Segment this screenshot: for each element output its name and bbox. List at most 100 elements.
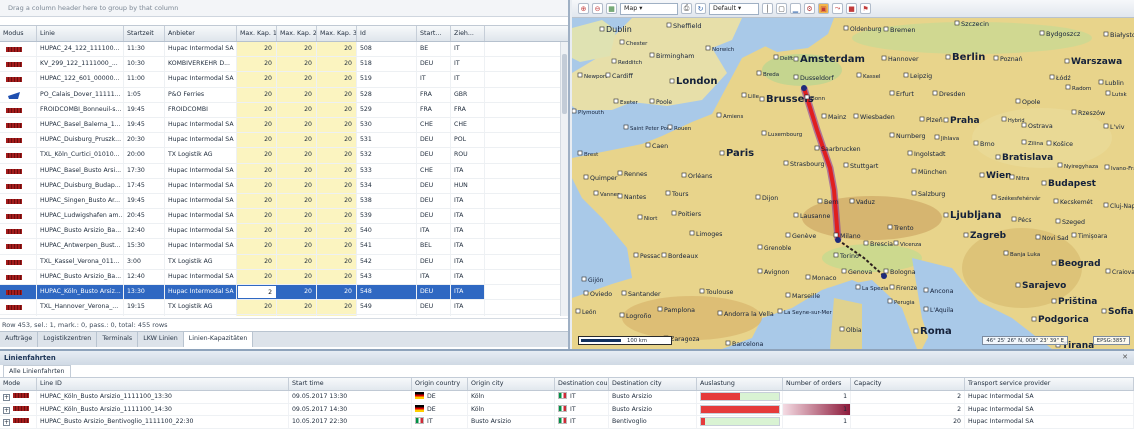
cell-k1[interactable]: 20 bbox=[237, 42, 277, 57]
column-header[interactable]: Max. Kap. 2 bbox=[277, 26, 317, 41]
city-label[interactable]: Zagreb bbox=[963, 231, 1007, 241]
cell-k3[interactable]: 20 bbox=[317, 102, 357, 117]
map-style-select[interactable]: Default ▾ bbox=[709, 2, 759, 15]
city-label[interactable]: Warszawa bbox=[1064, 57, 1122, 67]
chart-icon[interactable]: ▁ bbox=[790, 3, 801, 14]
city-label[interactable]: Timișoara bbox=[1071, 232, 1108, 240]
table-row[interactable]: TXL_Köln_Curtici_01010... 20:00 TX Logisti… bbox=[0, 148, 568, 164]
cell-k1[interactable]: 20 bbox=[237, 269, 277, 284]
city-label[interactable]: London bbox=[669, 76, 718, 87]
table-row[interactable]: HUPAC_Ludwigshafen am... 20:45 Hupac Inter… bbox=[0, 209, 568, 225]
cell-k1[interactable]: 20 bbox=[237, 148, 277, 163]
column-header[interactable]: Id bbox=[357, 26, 417, 41]
tab-linien-kapazit-ten[interactable]: Linien-Kapazitäten bbox=[183, 332, 254, 347]
table-row[interactable]: HUPAC_122_601_00000... 11:00 Hupac Intermo… bbox=[0, 72, 568, 88]
city-label[interactable]: Oldenburg bbox=[843, 25, 882, 33]
city-label[interactable]: Szczecin bbox=[954, 20, 989, 28]
city-label[interactable]: Kecskemét bbox=[1053, 198, 1093, 206]
table-row[interactable]: HUPAC_Busto Arsizio_Ba... 12:40 Hupac Inte… bbox=[0, 224, 568, 240]
grid-scrollbar[interactable] bbox=[560, 42, 568, 316]
column-header[interactable]: Startzeit bbox=[124, 26, 165, 41]
city-label[interactable]: Grenoble bbox=[757, 244, 792, 252]
city-label[interactable]: Bydgoszcz bbox=[1039, 30, 1081, 38]
table-row[interactable]: HUPAC_Duisburg_Budap... 17:45 Hupac Interm… bbox=[0, 178, 568, 194]
city-label[interactable]: Hannover bbox=[881, 55, 919, 63]
tab-auftr-ge[interactable]: Aufträge bbox=[0, 332, 39, 347]
column-header[interactable]: Mode bbox=[0, 378, 37, 390]
table-row[interactable]: HUPAC_Basel_Busto Arsi... 17:30 Hupac Inte… bbox=[0, 163, 568, 179]
cell-k1[interactable]: 20 bbox=[237, 193, 277, 209]
table-row[interactable]: + HUPAC_Köln_Busto Arsizio_1111100_13:30 0… bbox=[0, 391, 1134, 404]
city-label[interactable]: Nyiregyhaza bbox=[1057, 162, 1098, 170]
cell-k1[interactable]: 20 bbox=[237, 178, 277, 193]
city-label[interactable]: Birmingham bbox=[649, 52, 694, 60]
city-label[interactable]: Priština bbox=[1051, 296, 1097, 307]
pin-icon[interactable]: ✕ bbox=[1122, 353, 1128, 361]
cell-k1[interactable]: 20 bbox=[237, 163, 277, 178]
cell-k2[interactable]: 20 bbox=[277, 178, 317, 193]
cell-k3[interactable]: 20 bbox=[317, 117, 357, 133]
city-label[interactable]: Berlin bbox=[945, 52, 985, 63]
column-header[interactable]: Origin city bbox=[468, 378, 555, 390]
column-header[interactable]: Number of orders bbox=[783, 378, 851, 390]
cell-k3[interactable]: 20 bbox=[317, 239, 357, 254]
cell-k1[interactable]: 20 bbox=[237, 72, 277, 87]
tab-terminals[interactable]: Terminals bbox=[97, 332, 139, 347]
city-label[interactable]: Santander bbox=[621, 290, 661, 298]
column-header[interactable]: Start time bbox=[289, 378, 412, 390]
cell-k3[interactable]: 20 bbox=[317, 193, 357, 209]
cell-k3[interactable]: 20 bbox=[317, 57, 357, 72]
cell-k1[interactable]: 20 bbox=[237, 300, 277, 315]
table-row[interactable]: PO_Calais_Dover_11111... 1:05 P&O Ferries 2… bbox=[0, 87, 568, 103]
cell-k2[interactable]: 20 bbox=[277, 148, 317, 163]
cell-k1[interactable]: 20 bbox=[237, 87, 277, 102]
city-label[interactable]: Székesfehérvár bbox=[991, 194, 1041, 202]
table-row[interactable]: TXL_Kassel_Verona_011... 3:00 TX Logistik … bbox=[0, 254, 568, 270]
cell-k2[interactable]: 20 bbox=[277, 254, 317, 269]
table-row[interactable]: HUPAC_Busto Arsizio_Ba... 12:40 Hupac Inte… bbox=[0, 269, 568, 285]
city-label[interactable]: Ljubljana bbox=[943, 210, 1002, 221]
tab-all-line-trips[interactable]: Alle Linienfahrten bbox=[3, 365, 71, 377]
city-label[interactable]: Wiesbaden bbox=[853, 113, 895, 121]
cell-k3[interactable]: 20 bbox=[317, 42, 357, 57]
column-header[interactable]: Zieh... bbox=[451, 26, 485, 41]
cell-k2[interactable]: 20 bbox=[277, 315, 317, 316]
group-by-hint[interactable]: Drag a column header here to group by th… bbox=[0, 0, 568, 17]
city-label[interactable]: Lausanne bbox=[793, 212, 830, 220]
table-row[interactable]: FROIDCOMBI_Bonneuil-s... 19:45 FROIDCOMBI 2… bbox=[0, 102, 568, 118]
table-row[interactable]: TXL_Hannover_Verona_... 19:15 TX Logistik … bbox=[0, 300, 568, 316]
city-label[interactable]: Budapest bbox=[1041, 179, 1097, 189]
tab-lkw-linien[interactable]: LKW Linien bbox=[138, 332, 184, 347]
column-header[interactable]: Max. Kap. 3 bbox=[317, 26, 357, 41]
cell-k2[interactable]: 20 bbox=[277, 87, 317, 102]
cell-k1[interactable]: 2 bbox=[237, 285, 277, 300]
city-label[interactable]: Saint Peter Port bbox=[623, 124, 671, 132]
settings-icon[interactable]: ⚙ bbox=[804, 3, 815, 14]
cell-k3[interactable]: 20 bbox=[317, 224, 357, 239]
table-row[interactable]: KV_299_122_1111000_... 10:30 KOMBIVERKEHR … bbox=[0, 57, 568, 73]
city-label[interactable]: Luxembourg bbox=[761, 130, 802, 138]
column-header[interactable]: Linie bbox=[37, 26, 124, 41]
column-header[interactable]: Origin country bbox=[412, 378, 468, 390]
city-label[interactable]: Sarajevo bbox=[1015, 281, 1066, 291]
cell-k3[interactable]: 20 bbox=[317, 87, 357, 102]
column-header[interactable]: Modus bbox=[0, 26, 37, 41]
column-header[interactable]: Destination city bbox=[609, 378, 697, 390]
cell-k1[interactable]: 20 bbox=[237, 209, 277, 224]
cell-k2[interactable]: 20 bbox=[277, 239, 317, 254]
column-header[interactable]: Anbieter bbox=[165, 26, 237, 41]
cell-k3[interactable]: 20 bbox=[317, 133, 357, 148]
column-header[interactable]: Auslastung bbox=[697, 378, 783, 390]
city-label[interactable]: Saarbrucken bbox=[814, 145, 861, 153]
city-label[interactable]: Andorra la Vella bbox=[717, 310, 774, 318]
map-svg[interactable]: Dublin Sheffield Oldenburg Bremen Szczecin By… bbox=[572, 18, 1134, 349]
city-label[interactable]: Strasbourg bbox=[783, 160, 825, 168]
city-label[interactable]: München bbox=[911, 168, 947, 176]
cell-k2[interactable]: 20 bbox=[277, 102, 317, 117]
table-row-selected[interactable]: HUPAC_Köln_Busto Arsiz... 13:30 Hupac Inte… bbox=[0, 285, 568, 301]
column-header[interactable]: Line ID bbox=[37, 378, 289, 390]
cell-k2[interactable]: 20 bbox=[277, 193, 317, 209]
table-row[interactable]: + HUPAC_Köln_Busto Arsizio_1111100_14:30 0… bbox=[0, 403, 1134, 416]
city-label[interactable]: Beograd bbox=[1051, 259, 1101, 269]
cell-k3[interactable]: 20 bbox=[317, 269, 357, 284]
